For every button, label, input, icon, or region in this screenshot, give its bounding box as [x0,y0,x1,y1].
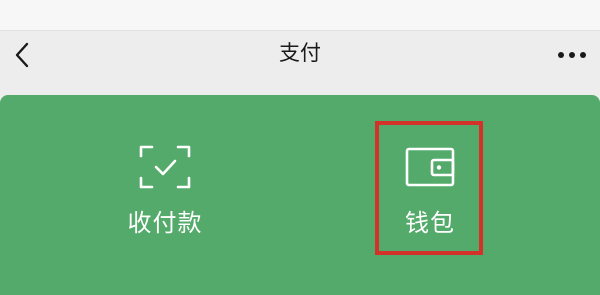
collect-payment-label: 收付款 [127,209,203,237]
wallet-label: 钱包 [405,209,455,237]
chevron-left-icon [15,42,29,68]
nav-bar: 支付 [0,31,600,83]
scan-check-icon [139,145,191,189]
payment-card: 收付款 钱包 [0,95,600,295]
wallet-button[interactable]: 钱包 [355,95,505,279]
status-bar [0,0,600,31]
more-horizontal-icon [558,52,586,58]
back-button[interactable] [4,35,40,75]
more-button[interactable] [552,37,592,73]
page-title: 支付 [279,41,321,65]
wallet-icon [405,147,455,187]
collect-payment-button[interactable]: 收付款 [90,95,240,279]
